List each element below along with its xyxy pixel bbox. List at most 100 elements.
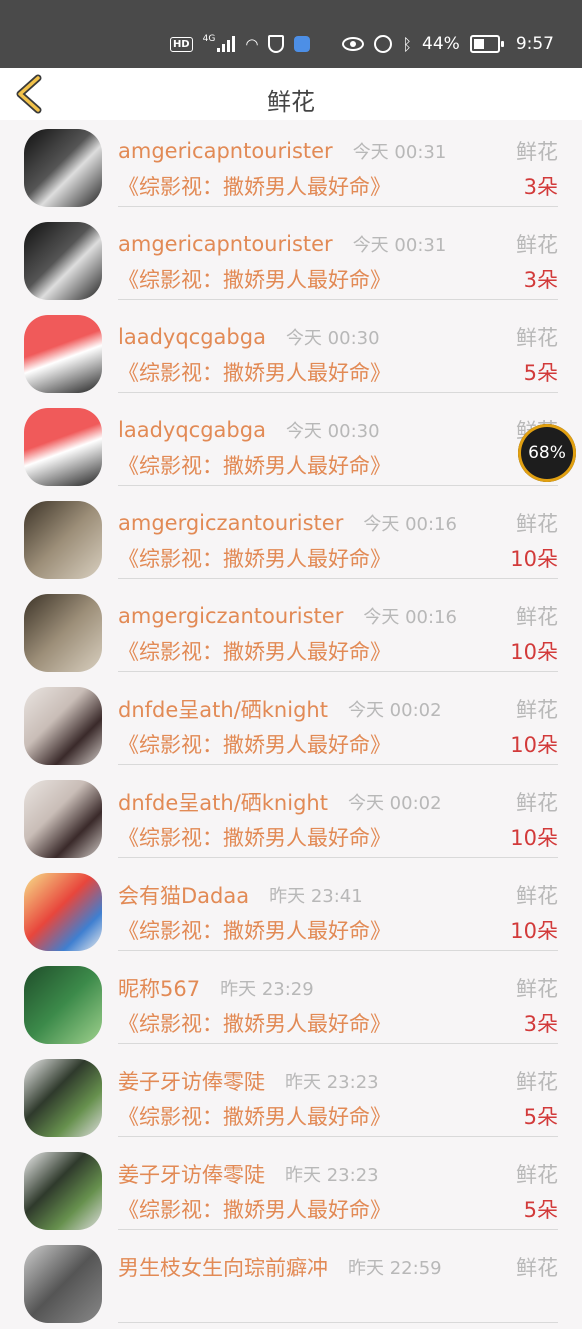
divider — [118, 764, 558, 765]
page-title: 鲜花 — [267, 88, 315, 116]
gift-record-list: amgericapntourister 今天 00:31 鲜花 《综影视：撒娇男人最好… — [0, 120, 582, 1329]
status-icons: HD 4G ◠ ᛒ 44% 9:57 — [169, 32, 554, 56]
book-title[interactable]: 《综影视：撒娇男人最好命》 — [118, 264, 391, 294]
gift-count: 3朵 — [523, 175, 558, 199]
wifi-icon: ◠ — [245, 35, 259, 53]
divider — [118, 1043, 558, 1044]
bluetooth-icon: ᛒ — [402, 34, 413, 54]
divider — [118, 485, 558, 486]
signal-icon — [217, 36, 236, 52]
gift-type: 鲜花 — [516, 512, 558, 536]
clock-time: 9:57 — [515, 34, 554, 54]
list-item[interactable]: amgericapntourister 今天 00:31 鲜花《综影视：撒娇男人最好… — [0, 213, 582, 306]
avatar[interactable] — [24, 408, 102, 486]
divider — [118, 1229, 558, 1230]
battery-icon — [469, 35, 504, 53]
list-item[interactable]: dnfde呈ath/硒knight 今天 00:02 鲜花 《综影视：撒娇男人最好命》… — [0, 678, 582, 771]
book-title[interactable]: 《综影视：撒娇男人最好命》 — [118, 171, 391, 201]
avatar[interactable] — [24, 315, 102, 393]
gift-count: 10朵 — [510, 919, 558, 943]
list-item[interactable]: dnfde呈ath/硒knight 今天 00:02 鲜花 《综影视：撒娇男人最好命》… — [0, 771, 582, 864]
gift-count: 10朵 — [510, 640, 558, 664]
book-title[interactable]: 《综影视：撒娇男人最好命》 — [118, 729, 391, 759]
timestamp: 昨天 23:41 — [269, 886, 363, 907]
book-title[interactable]: 《综影视：撒娇男人最好命》 — [118, 543, 391, 573]
gift-type: 鲜花 — [516, 326, 558, 350]
list-item[interactable]: amgericapntourister 今天 00:31 鲜花 《综影视：撒娇男人最好… — [0, 120, 582, 213]
avatar[interactable] — [24, 1245, 102, 1323]
book-title[interactable]: 《综影视：撒娇男人最好命》 — [118, 1194, 391, 1224]
username[interactable]: 姜子牙访俸零陡 — [118, 1159, 265, 1189]
list-item[interactable]: 会有猫Dadaa 昨天 23:41 鲜花《综影视：撒娇男人最好命》 10朵 — [0, 864, 582, 957]
gift-type: 鲜花 — [516, 1070, 558, 1094]
gift-count: 3朵 — [523, 268, 558, 292]
username[interactable]: 昵称567 — [118, 973, 200, 1003]
username[interactable]: amgergiczantourister — [118, 604, 343, 628]
book-title[interactable]: 《综影视：撒娇男人最好命》 — [118, 915, 391, 945]
gift-count: 5朵 — [523, 1198, 558, 1222]
avatar[interactable] — [24, 129, 102, 207]
divider — [118, 392, 558, 393]
gift-type: 鲜花 — [516, 698, 558, 722]
divider — [118, 206, 558, 207]
gift-count: 5朵 — [523, 1105, 558, 1129]
book-title[interactable]: 《综影视：撒娇男人最好命》 — [118, 357, 391, 387]
gift-type: 鲜花 — [516, 791, 558, 815]
gift-type: 鲜花 — [516, 233, 558, 257]
list-item[interactable]: laadyqcgabga今天 00:30鲜花《综影视：撒娇男人最好命》5朵 — [0, 399, 582, 492]
status-bar: HD 4G ◠ ᛒ 44% 9:57 — [0, 0, 582, 68]
gift-count: 5朵 — [523, 361, 558, 385]
avatar[interactable] — [24, 687, 102, 765]
timestamp: 今天 00:16 — [363, 514, 457, 535]
gift-type: 鲜花 — [516, 884, 558, 908]
username[interactable]: 姜子牙访俸零陡 — [118, 1066, 265, 1096]
username[interactable]: dnfde呈ath/硒knight — [118, 787, 328, 817]
list-item[interactable]: amgergiczantourister 今天 00:16 鲜花《综影视：撒娇男人最… — [0, 492, 582, 585]
book-title[interactable]: 《综影视：撒娇男人最好命》 — [118, 450, 391, 480]
timestamp: 今天 00:30 — [285, 421, 380, 442]
alarm-icon — [374, 35, 393, 53]
username[interactable]: amgergiczantourister — [118, 511, 343, 535]
avatar[interactable] — [24, 222, 102, 300]
hd-badge: HD — [169, 36, 193, 52]
gift-count: 10朵 — [510, 547, 558, 571]
list-item[interactable]: amgergiczantourister 今天 00:16 鲜花 《综影视：撒娇男人最… — [0, 585, 582, 678]
gift-type: 鲜花 — [516, 1256, 558, 1280]
gift-count: 10朵 — [510, 733, 558, 757]
list-item[interactable]: 男生枝女生向琮前癖冲 昨天 22:59 鲜花 — [0, 1236, 582, 1329]
avatar[interactable] — [24, 873, 102, 951]
book-title[interactable]: 《综影视：撒娇男人最好命》 — [118, 1008, 391, 1038]
username[interactable]: 男生枝女生向琮前癖冲 — [118, 1252, 328, 1282]
book-title[interactable]: 《综影视：撒娇男人最好命》 — [118, 636, 391, 666]
avatar[interactable] — [24, 594, 102, 672]
list-item[interactable]: laadyqcgabga今天 00:30鲜花《综影视：撒娇男人最好命》5朵 — [0, 306, 582, 399]
book-title[interactable]: 《综影视：撒娇男人最好命》 — [118, 822, 391, 852]
navigation-bar: 鲜花 — [0, 68, 582, 120]
list-item[interactable]: 姜子牙访俸零陡 昨天 23:23 鲜花《综影视：撒娇男人最好命》 5朵 — [0, 1050, 582, 1143]
avatar[interactable] — [24, 1152, 102, 1230]
username[interactable]: laadyqcgabga — [118, 325, 266, 349]
network-type: 4G — [202, 34, 216, 44]
memory-float-widget[interactable]: 68% — [518, 424, 576, 482]
username[interactable]: 会有猫Dadaa — [118, 880, 249, 910]
gift-type: 鲜花 — [516, 605, 558, 629]
timestamp: 昨天 23:23 — [285, 1072, 379, 1093]
timestamp: 昨天 23:23 — [285, 1165, 379, 1186]
gift-type: 鲜花 — [516, 1163, 558, 1187]
username[interactable]: amgericapntourister — [118, 232, 333, 256]
avatar[interactable] — [24, 780, 102, 858]
avatar[interactable] — [24, 966, 102, 1044]
shield-icon — [268, 35, 285, 53]
list-item[interactable]: 昵称567 昨天 23:29 鲜花 《综影视：撒娇男人最好命》 3朵 — [0, 957, 582, 1050]
avatar[interactable] — [24, 501, 102, 579]
username[interactable]: dnfde呈ath/硒knight — [118, 694, 328, 724]
timestamp: 今天 00:31 — [352, 235, 447, 256]
username[interactable]: laadyqcgabga — [118, 418, 266, 442]
divider — [118, 1322, 558, 1323]
gift-type: 鲜花 — [516, 140, 558, 164]
book-title[interactable]: 《综影视：撒娇男人最好命》 — [118, 1101, 391, 1131]
divider — [118, 857, 558, 858]
list-item[interactable]: 姜子牙访俸零陡 昨天 23:23 鲜花《综影视：撒娇男人最好命》 5朵 — [0, 1143, 582, 1236]
username[interactable]: amgericapntourister — [118, 139, 333, 163]
avatar[interactable] — [24, 1059, 102, 1137]
